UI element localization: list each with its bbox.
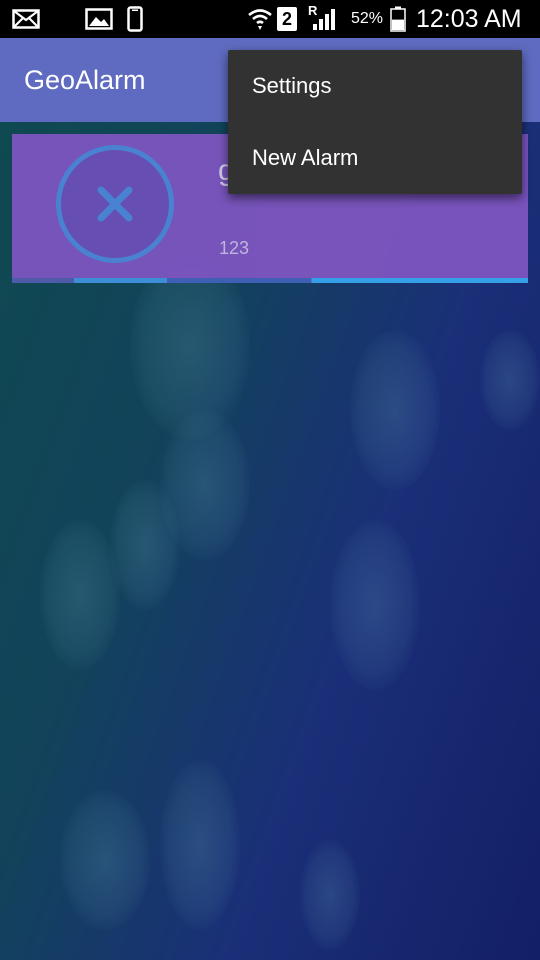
status-bar: 2 R 52% 12:03 AM	[0, 0, 540, 38]
app-title: GeoAlarm	[24, 65, 146, 95]
background-bokeh	[110, 480, 180, 610]
sim-slot-label: 2	[277, 7, 297, 31]
image-icon	[84, 0, 114, 38]
alarm-subtitle: 123	[219, 238, 250, 258]
sim-icon: 2	[276, 0, 298, 38]
close-icon	[97, 186, 133, 222]
background-bokeh	[300, 840, 360, 950]
background-bokeh	[160, 760, 240, 930]
menu-item-settings[interactable]: Settings	[228, 50, 522, 122]
signal-icon	[310, 0, 338, 38]
overflow-menu: Settings New Alarm	[228, 50, 522, 194]
background-bokeh	[60, 790, 150, 930]
alarm-item-divider	[12, 278, 528, 283]
background-bokeh	[350, 330, 440, 490]
background-bokeh	[480, 330, 540, 430]
mail-icon	[10, 0, 42, 38]
background-bokeh	[40, 520, 120, 670]
battery-percent: 52%	[351, 10, 384, 27]
phone-icon	[124, 0, 146, 38]
delete-alarm-button[interactable]	[56, 145, 174, 263]
menu-item-new-alarm[interactable]: New Alarm	[228, 122, 522, 194]
battery-icon	[387, 0, 409, 38]
background-bokeh	[330, 520, 420, 690]
wifi-icon	[246, 0, 274, 38]
screen: 2 R 52% 12:03 AM GeoAlarm g 123 Settings…	[0, 0, 540, 960]
clock: 12:03 AM	[416, 5, 522, 33]
